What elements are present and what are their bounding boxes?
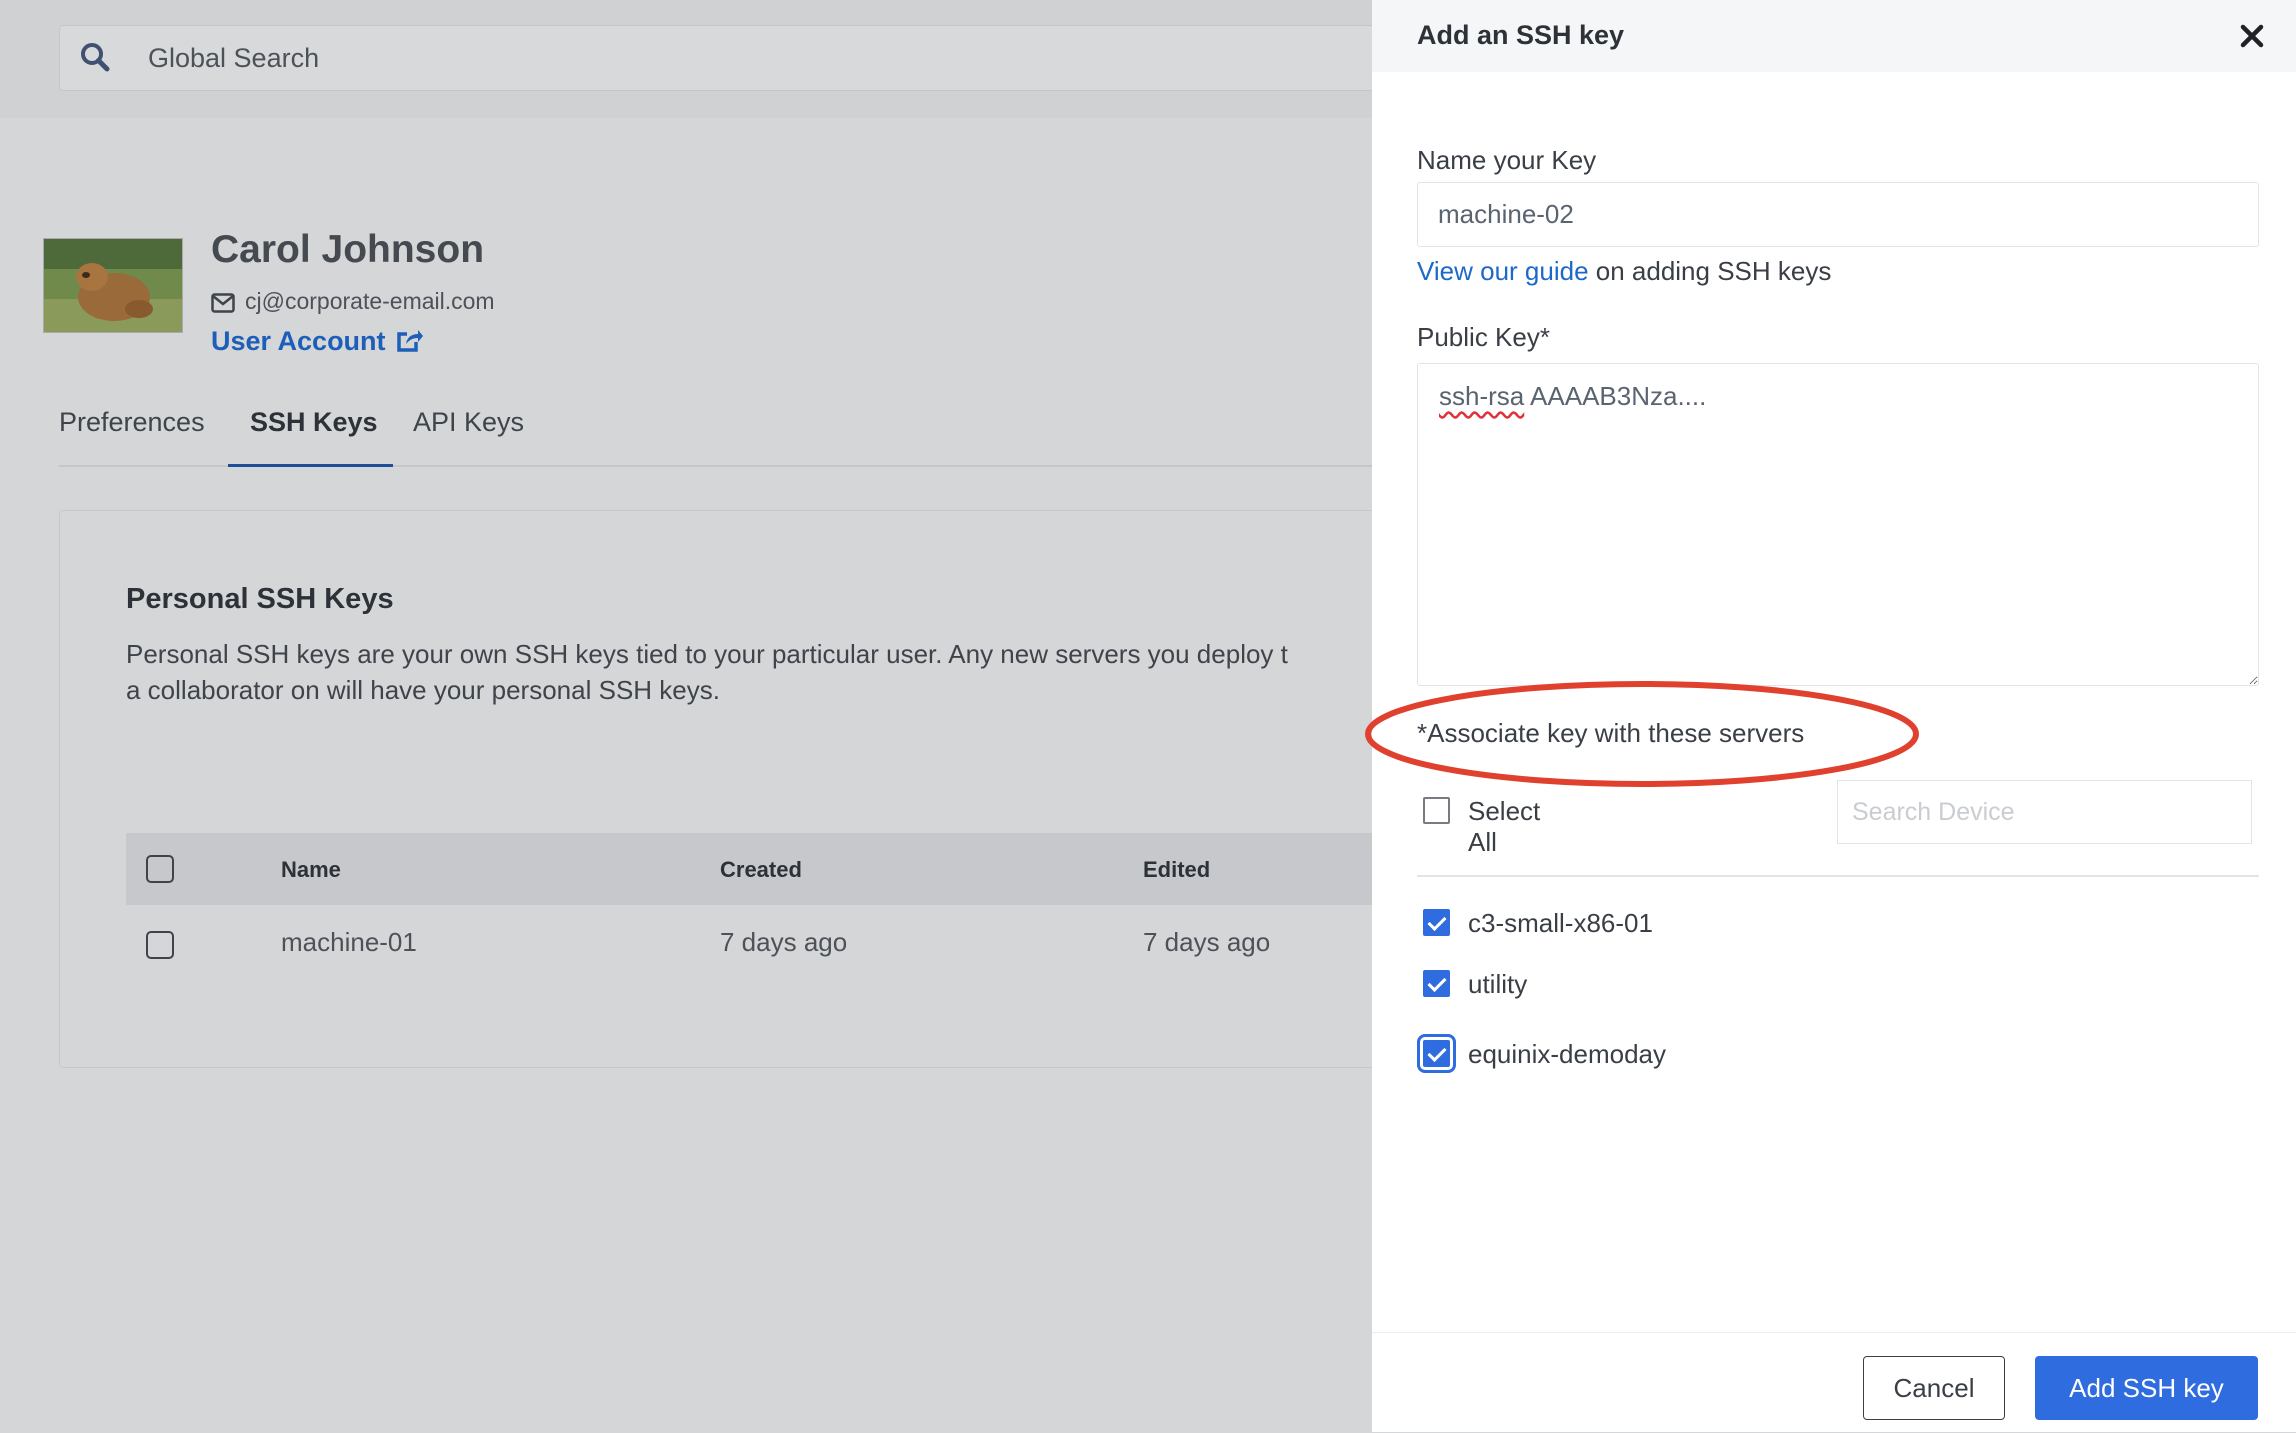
row-name: machine-01 (281, 927, 417, 957)
row-created: 7 days ago (720, 927, 848, 957)
row-checkbox[interactable] (146, 931, 174, 959)
external-link-icon (396, 330, 423, 352)
search-placeholder: Global Search (148, 43, 320, 73)
server-checkbox-c3-small[interactable] (1423, 909, 1450, 936)
server-checkbox-equinix-demoday[interactable] (1417, 1034, 1456, 1073)
profile-email: cj@corporate-email.com (211, 288, 495, 315)
profile-email-text: cj@corporate-email.com (245, 288, 495, 314)
table-row: machine-01 7 days ago 7 days ago (126, 905, 1390, 985)
card-description: Personal SSH keys are your own SSH keys … (126, 636, 1396, 708)
top-bar: Global Search (0, 0, 1421, 118)
avatar (43, 238, 183, 333)
row-edited: 7 days ago (1143, 927, 1271, 957)
close-button[interactable] (2236, 20, 2268, 52)
column-name: Name (281, 857, 341, 882)
select-all-checkbox[interactable] (1423, 797, 1450, 824)
server-checkbox-utility[interactable] (1423, 970, 1450, 997)
key-name-label: Name your Key (1417, 145, 1597, 175)
user-account-label: User Account (211, 326, 386, 356)
divider (1417, 875, 2259, 877)
column-edited: Edited (1143, 857, 1211, 882)
tab-preferences[interactable]: Preferences (59, 407, 205, 438)
ssh-keys-card: Personal SSH Keys Personal SSH keys are … (59, 510, 1391, 1068)
card-description-line1: Personal SSH keys are your own SSH keys … (126, 639, 1288, 669)
view-guide-link[interactable]: View our guide (1417, 256, 1589, 286)
card-description-line2: a collaborator on will have your persona… (126, 675, 720, 705)
envelope-icon (211, 293, 235, 313)
panel-footer: Cancel Add SSH key (1372, 1332, 2296, 1433)
public-key-label: Public Key* (1417, 322, 1550, 352)
add-ssh-key-button[interactable]: Add SSH key (2035, 1356, 2258, 1420)
table-header: Name Created Edited (126, 833, 1390, 905)
key-name-input[interactable] (1417, 182, 2259, 247)
profile-tabs: Preferences SSH Keys API Keys (59, 405, 1380, 467)
column-created: Created (720, 857, 802, 882)
close-icon (2240, 24, 2264, 48)
cancel-button[interactable]: Cancel (1863, 1356, 2005, 1420)
server-label-equinix-demoday: equinix-demoday (1468, 1039, 1667, 1069)
select-all-label: Select All (1468, 796, 1541, 857)
select-all-rows-checkbox[interactable] (146, 855, 174, 883)
tab-ssh-keys[interactable]: SSH Keys (250, 407, 378, 438)
panel-header: Add an SSH key (1372, 0, 2296, 72)
add-ssh-key-panel: Add an SSH key Name your Key View our gu… (1372, 0, 2296, 1432)
guide-rest: on adding SSH keys (1588, 256, 1832, 286)
server-label-utility: utility (1468, 969, 1528, 999)
active-tab-indicator (228, 464, 393, 467)
server-label-c3-small: c3-small-x86-01 (1468, 908, 1653, 938)
tab-api-keys[interactable]: API Keys (413, 407, 524, 438)
guide-text: View our guide on adding SSH keys (1417, 256, 1831, 287)
panel-title: Add an SSH key (1417, 20, 1625, 50)
search-icon (81, 43, 110, 72)
public-key-textarea[interactable] (1417, 363, 2259, 686)
card-title: Personal SSH Keys (126, 583, 394, 615)
associate-servers-label: *Associate key with these servers (1417, 718, 1805, 748)
profile-name: Carol Johnson (211, 228, 485, 271)
user-account-link[interactable]: User Account (211, 326, 424, 357)
global-search[interactable]: Global Search (59, 25, 1421, 91)
device-search-input[interactable] (1837, 780, 2252, 844)
